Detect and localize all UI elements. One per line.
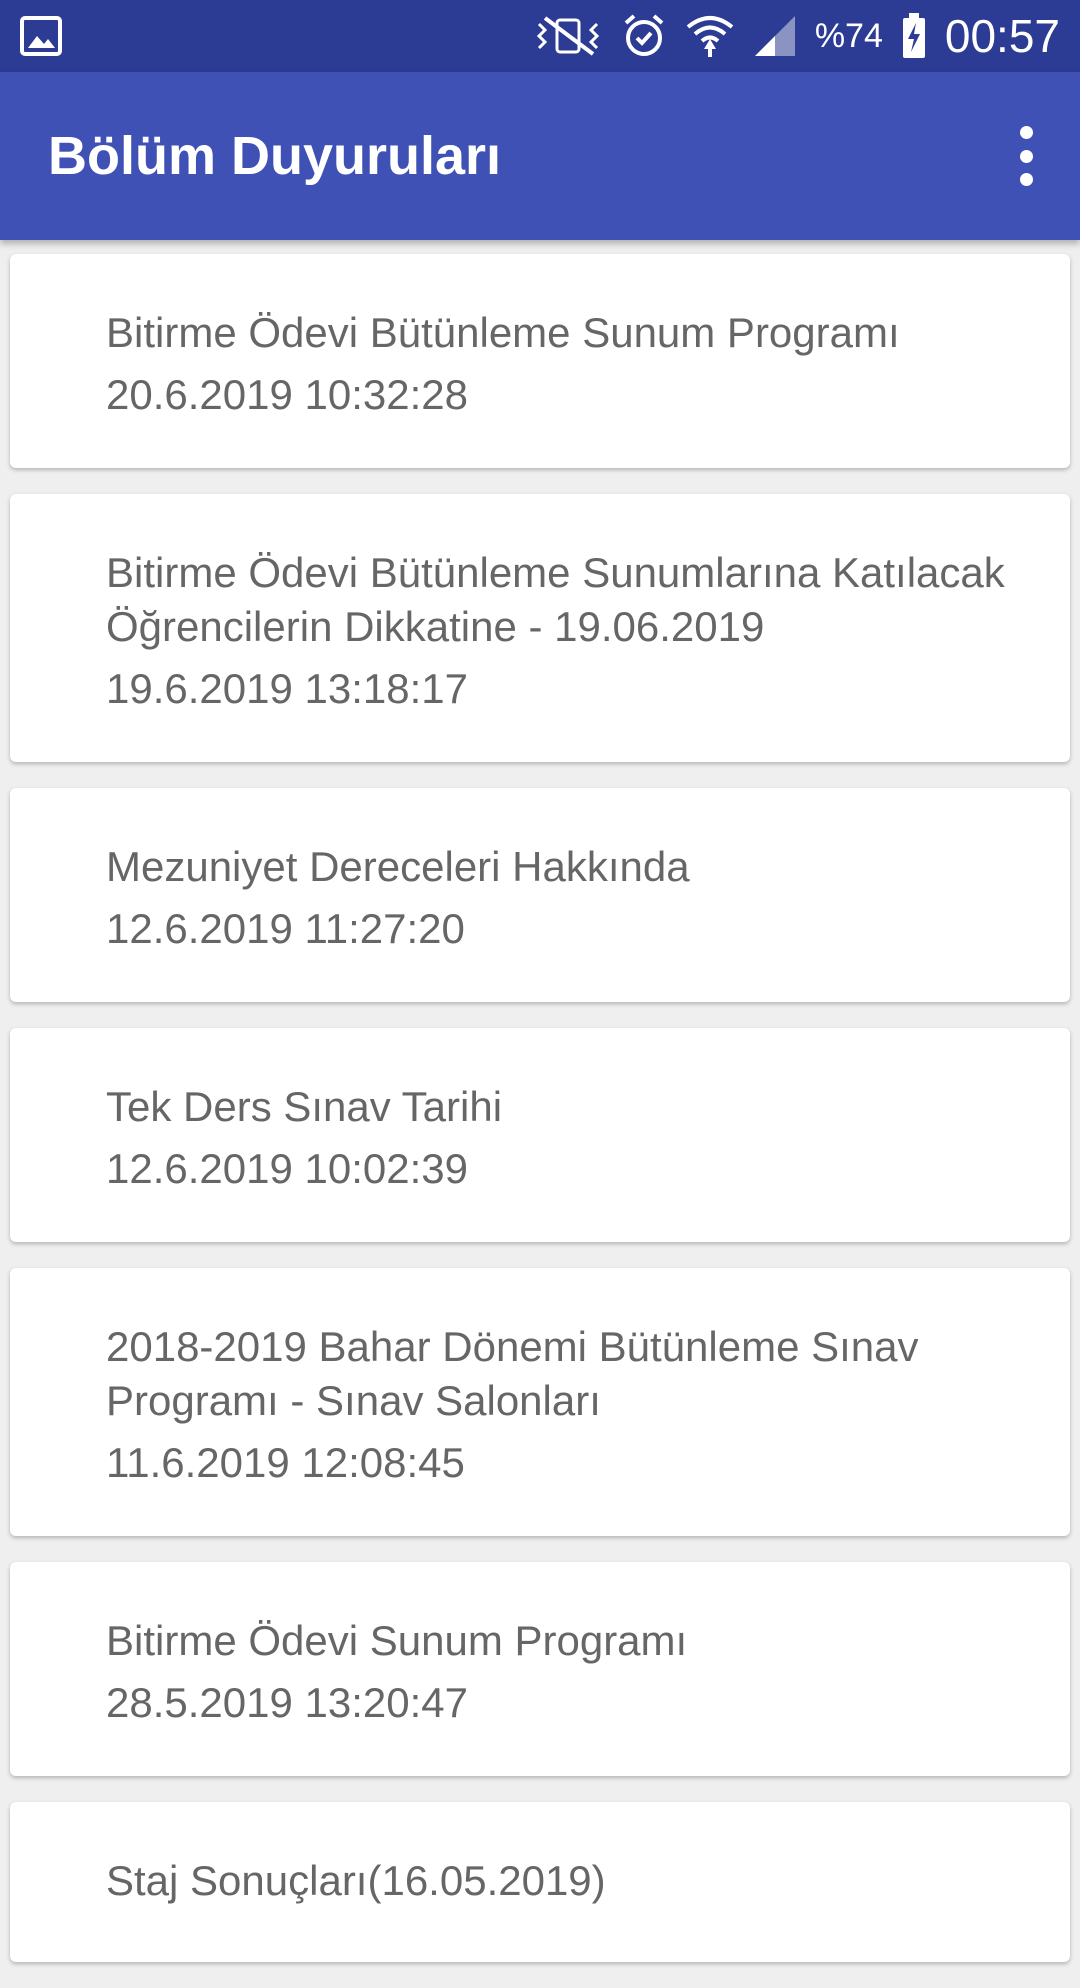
announcement-list: Bitirme Ödevi Bütünleme Sunum Programı 2… (0, 254, 1080, 1988)
announcement-title: Tek Ders Sınav Tarihi (106, 1083, 503, 1130)
announcement-card[interactable]: Bitirme Ödevi Sunum Programı 28.5.2019 1… (10, 1562, 1070, 1776)
clock: 00:57 (944, 10, 1060, 62)
announcement-date: 20.6.2019 10:32:28 (106, 371, 469, 418)
announcement-title: Bitirme Ödevi Bütünleme Sunum Programı (106, 309, 900, 356)
announcement-title: 2018-2019 Bahar Dönemi Bütünleme Sınav P… (106, 1323, 919, 1424)
app-bar: Bölüm Duyuruları (0, 72, 1080, 240)
announcement-card[interactable]: Tek Ders Sınav Tarihi 12.6.2019 10:02:39 (10, 1028, 1070, 1242)
announcement-date: 12.6.2019 11:27:20 (106, 905, 465, 952)
announcement-date: 11.6.2019 12:08:45 (106, 1439, 465, 1486)
announcement-card[interactable]: Mezuniyet Dereceleri Hakkında 12.6.2019 … (10, 788, 1070, 1002)
menu-dot (1019, 173, 1033, 186)
page-title: Bölüm Duyuruları (48, 126, 502, 186)
announcement-card[interactable]: Bitirme Ödevi Bütünleme Sunum Programı 2… (10, 254, 1070, 468)
vibrate-mute-icon (536, 16, 599, 56)
alarm-icon (624, 14, 664, 56)
battery-percent: %74 (814, 16, 883, 55)
announcement-title: Staj Sonuçları(16.05.2019) (106, 1857, 606, 1904)
announcement-date: 19.6.2019 13:18:17 (106, 665, 469, 712)
announcement-card[interactable]: Staj Sonuçları(16.05.2019) (10, 1802, 1070, 1962)
announcement-title: Mezuniyet Dereceleri Hakkında (106, 843, 690, 890)
announcement-date: 12.6.2019 10:02:39 (106, 1145, 469, 1192)
announcement-card[interactable]: 2018-2019 Bahar Dönemi Bütünleme Sınav P… (10, 1268, 1070, 1536)
wifi-icon (686, 16, 734, 57)
announcement-title: Bitirme Ödevi Sunum Programı (106, 1617, 688, 1664)
status-bar: %74 00:57 (0, 0, 1080, 72)
announcement-title: Bitirme Ödevi Bütünleme Sunumlarına Katı… (106, 549, 1005, 650)
more-vert-icon[interactable] (1006, 126, 1046, 186)
menu-dot (1019, 126, 1033, 139)
battery-charging-icon (902, 13, 925, 58)
announcement-card[interactable]: Bitirme Ödevi Bütünleme Sunumlarına Katı… (10, 494, 1070, 762)
announcement-date: 28.5.2019 13:20:47 (106, 1679, 469, 1726)
menu-dot (1019, 149, 1033, 163)
signal-icon (754, 16, 795, 56)
gallery-icon (20, 16, 62, 56)
